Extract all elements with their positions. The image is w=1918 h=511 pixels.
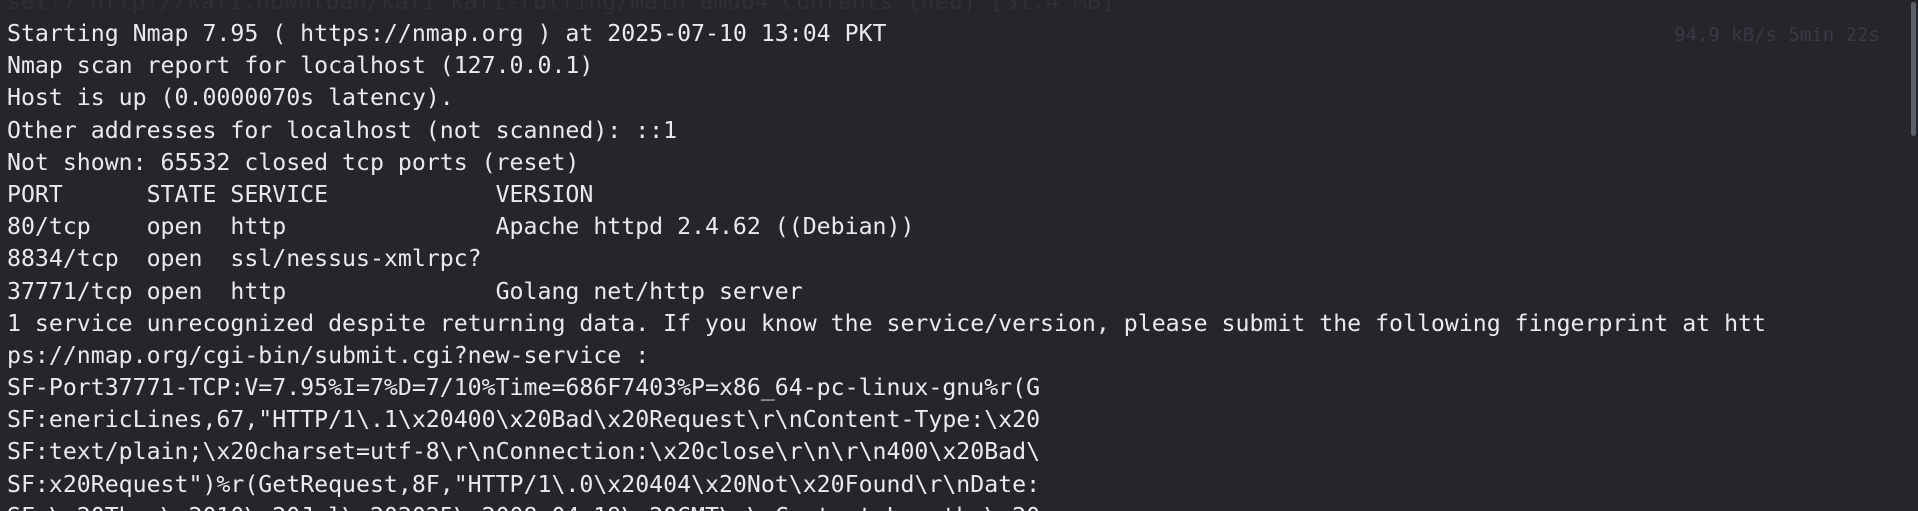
host-up-line: Host is up (0.0000070s latency). <box>7 84 454 112</box>
not-shown-line: Not shown: 65532 closed tcp ports (reset… <box>7 148 580 176</box>
port-row: 8834/tcp open ssl/nessus-xmlrpc? <box>7 245 482 273</box>
port-row: 80/tcp open http Apache httpd 2.4.62 ((D… <box>7 213 915 241</box>
fingerprint-line: SF:enericLines,67,"HTTP/1\.1\x20400\x20B… <box>7 406 1041 434</box>
scan-report-line: Nmap scan report for localhost (127.0.0.… <box>7 52 594 80</box>
nmap-output[interactable]: Starting Nmap 7.95 ( https://nmap.org ) … <box>7 18 1897 511</box>
fingerprint-line: SF-Port37771-TCP:V=7.95%I=7%D=7/10%Time=… <box>7 374 1041 402</box>
port-table-header: PORT STATE SERVICE VERSION <box>7 180 594 208</box>
unrecognized-service-line: 1 service unrecognized despite returning… <box>7 309 1766 337</box>
scrollbar-thumb[interactable] <box>1911 2 1916 136</box>
terminal-window[interactable]: set:7 http://kali.download/kali kali-rol… <box>0 0 1918 511</box>
fingerprint-line: SF:\x20Thu,\x2010\x20Jul\x202025\x2008:0… <box>7 501 1897 511</box>
nmap-start-line: Starting Nmap 7.95 ( https://nmap.org ) … <box>7 20 887 47</box>
submit-url-line: ps://nmap.org/cgi-bin/submit.cgi?new-ser… <box>7 341 650 369</box>
fingerprint-line: SF:text/plain;\x20charset=utf-8\r\nConne… <box>7 438 1041 466</box>
fingerprint-line: SF:x20Request")%r(GetRequest,8F,"HTTP/1\… <box>7 470 1041 498</box>
background-apt-output: set:7 http://kali.download/kali kali-rol… <box>7 0 1115 15</box>
other-addresses-line: Other addresses for localhost (not scann… <box>7 116 678 144</box>
port-row: 37771/tcp open http Golang net/http serv… <box>7 277 803 305</box>
vertical-scrollbar[interactable] <box>1908 0 1918 511</box>
